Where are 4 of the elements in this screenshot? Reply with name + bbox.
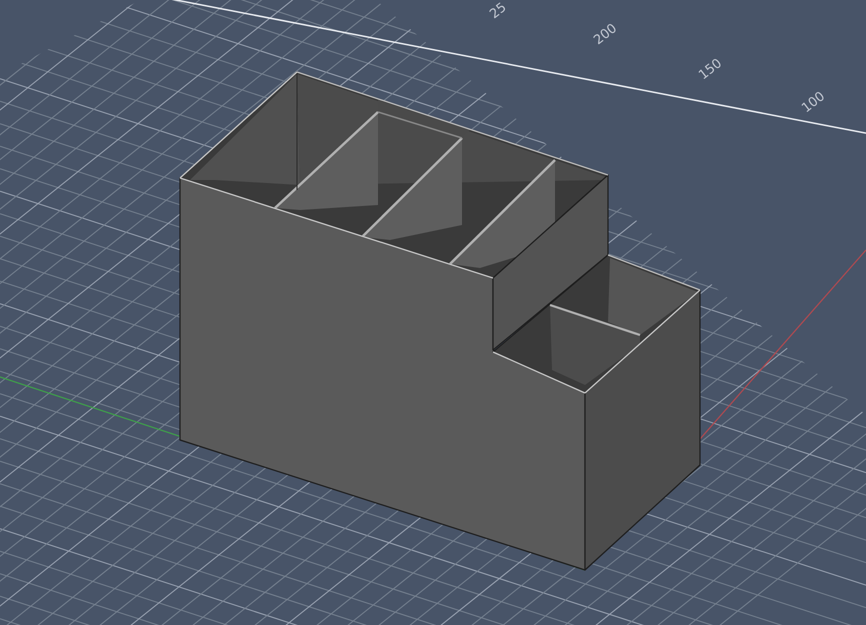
ruler-label: 150: [696, 56, 726, 84]
ruler-label: 25: [487, 0, 510, 22]
ruler-label: 200: [591, 21, 620, 48]
ruler-label: 100: [799, 89, 828, 116]
